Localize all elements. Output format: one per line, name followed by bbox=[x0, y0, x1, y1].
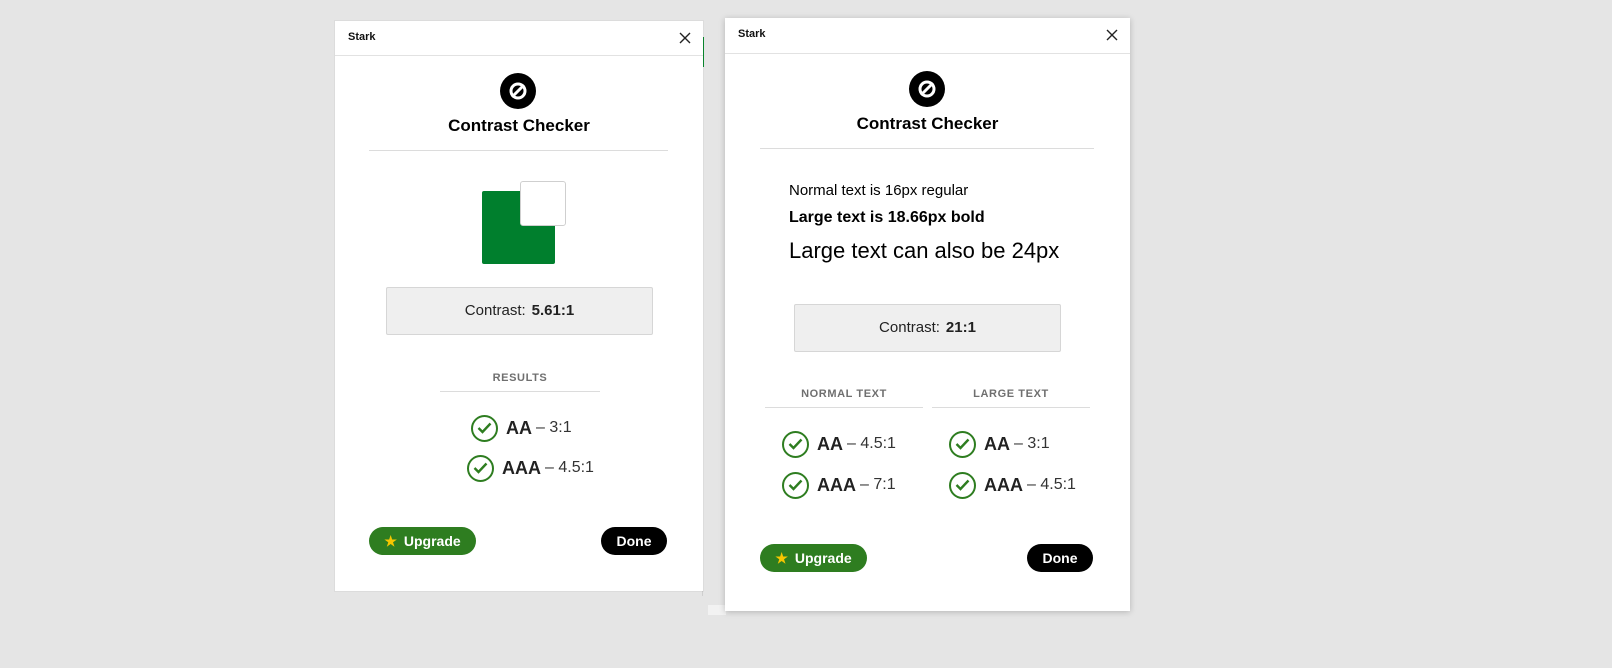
check-icon bbox=[467, 454, 494, 482]
done-label: Done bbox=[616, 533, 652, 549]
check-icon bbox=[949, 430, 976, 458]
normal-result-row-aa: AA – 4.5:1 bbox=[782, 429, 896, 459]
app-title: Stark bbox=[348, 31, 376, 43]
contrast-value: 5.61:1 bbox=[531, 302, 575, 319]
result-level: AAA bbox=[984, 474, 1023, 495]
background-color-swatch[interactable] bbox=[520, 181, 566, 226]
result-level: AAA bbox=[817, 474, 856, 495]
contrast-value: 21:1 bbox=[945, 319, 976, 336]
large-result-row-aaa: AAA – 4.5:1 bbox=[949, 470, 1076, 500]
sample-large-bold-text: Large text is 18.66px bold bbox=[789, 209, 985, 226]
titlebar: Stark bbox=[725, 18, 1130, 54]
canvas-backdrop bbox=[708, 605, 726, 615]
app-title: Stark bbox=[738, 28, 766, 40]
upgrade-button[interactable]: ★ Upgrade bbox=[369, 527, 476, 555]
divider bbox=[760, 148, 1094, 149]
result-ratio: – 3:1 bbox=[536, 419, 572, 436]
done-button[interactable]: Done bbox=[1027, 544, 1093, 572]
upgrade-button[interactable]: ★ Upgrade bbox=[760, 544, 867, 572]
check-icon bbox=[782, 471, 809, 499]
contrast-label: Contrast: bbox=[464, 302, 526, 319]
result-ratio: – 3:1 bbox=[1014, 435, 1050, 452]
close-icon[interactable] bbox=[678, 31, 692, 45]
normal-result-row-aaa: AAA – 7:1 bbox=[782, 470, 896, 500]
result-level: AA bbox=[817, 433, 843, 454]
large-text-label: LARGE TEXT bbox=[973, 388, 1049, 400]
divider bbox=[369, 150, 668, 151]
large-text-divider bbox=[932, 407, 1090, 408]
contrast-label: Contrast: bbox=[879, 319, 940, 336]
results-divider bbox=[440, 391, 600, 392]
done-label: Done bbox=[1042, 550, 1078, 566]
result-row-aa: AA – 3:1 bbox=[471, 413, 572, 443]
stark-logo-icon bbox=[500, 73, 536, 109]
page-title: Contrast Checker bbox=[856, 114, 999, 133]
check-icon bbox=[471, 414, 498, 442]
sample-normal-text: Normal text is 16px regular bbox=[789, 182, 969, 199]
contrast-ratio-box: Contrast: 21:1 bbox=[794, 304, 1061, 352]
stark-logo-icon bbox=[909, 71, 945, 107]
contrast-ratio-box: Contrast: 5.61:1 bbox=[386, 287, 653, 335]
result-ratio: – 4.5:1 bbox=[847, 435, 896, 452]
result-ratio: – 7:1 bbox=[860, 476, 896, 493]
results-label: RESULTS bbox=[492, 372, 548, 384]
large-result-row-aa: AA – 3:1 bbox=[949, 429, 1050, 459]
done-button[interactable]: Done bbox=[601, 527, 667, 555]
check-icon bbox=[949, 471, 976, 499]
result-level: AA bbox=[984, 433, 1010, 454]
result-row-aaa: AAA – 4.5:1 bbox=[467, 453, 594, 483]
upgrade-label: Upgrade bbox=[794, 550, 852, 566]
result-ratio: – 4.5:1 bbox=[545, 459, 594, 476]
star-icon: ★ bbox=[384, 532, 397, 549]
stark-window-text-contrast: Stark Contrast Checker Normal text is 16… bbox=[725, 18, 1130, 611]
sample-large-24-text: Large text can also be 24px bbox=[789, 238, 1060, 263]
star-icon: ★ bbox=[775, 549, 788, 566]
normal-text-label: NORMAL TEXT bbox=[801, 388, 887, 400]
result-level: AA bbox=[506, 417, 532, 438]
titlebar: Stark bbox=[335, 21, 703, 56]
normal-text-divider bbox=[765, 407, 923, 408]
result-level: AAA bbox=[502, 457, 541, 478]
close-icon[interactable] bbox=[1105, 28, 1119, 42]
page-title: Contrast Checker bbox=[448, 116, 590, 135]
check-icon bbox=[782, 430, 809, 458]
result-ratio: – 4.5:1 bbox=[1027, 476, 1076, 493]
stark-window-color-contrast: Stark Contrast Checker Contrast: 5.61:1 R… bbox=[335, 21, 703, 591]
upgrade-label: Upgrade bbox=[403, 533, 461, 549]
